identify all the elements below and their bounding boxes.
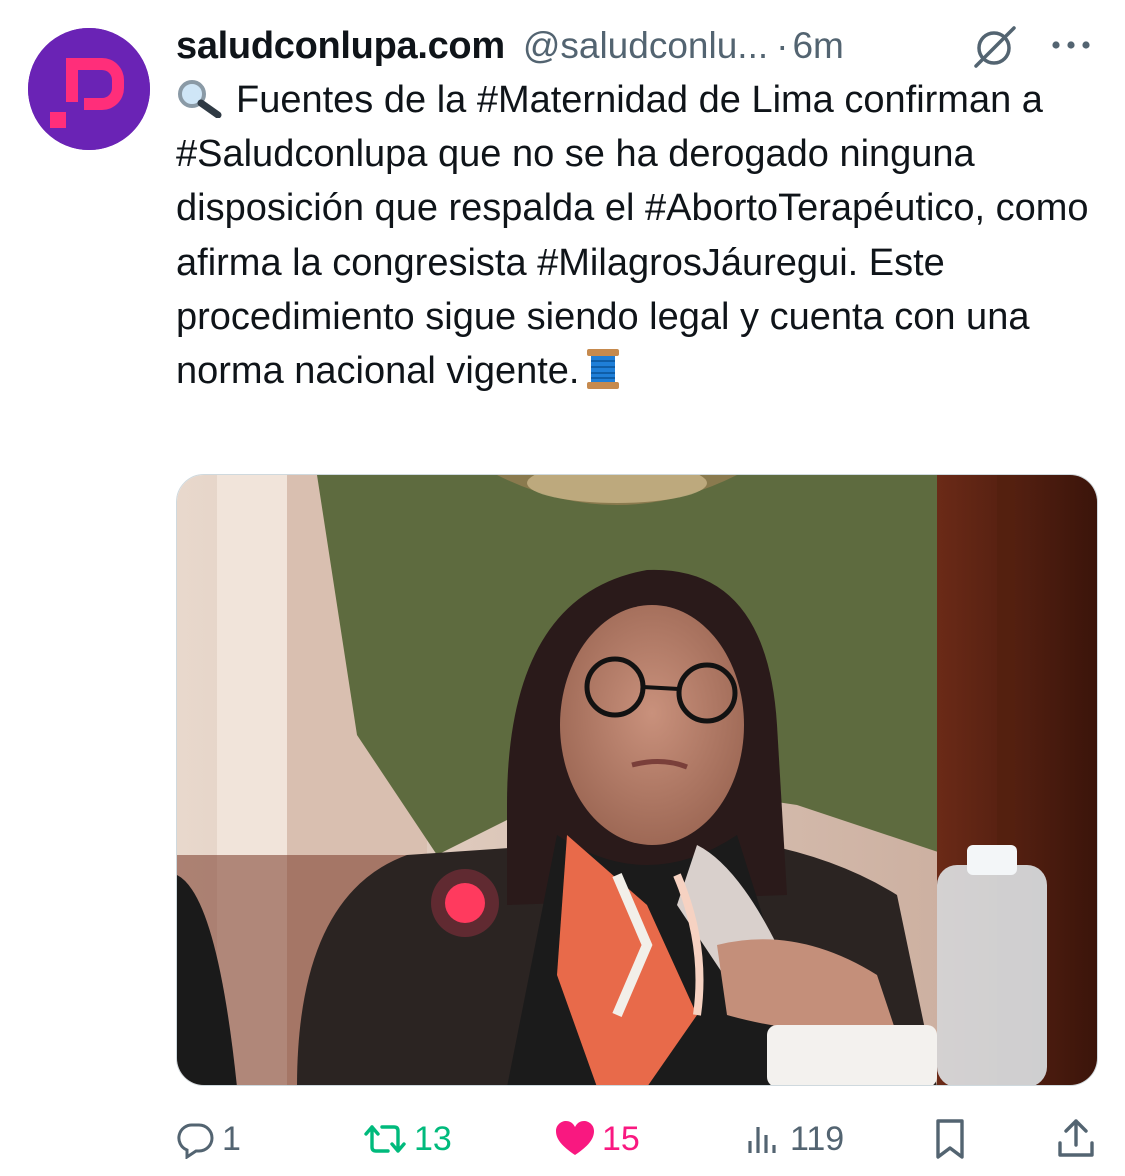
- timestamp[interactable]: 6m: [792, 25, 843, 67]
- tweet-body: Fuentes de la #Maternidad de Lima confir…: [176, 79, 1089, 393]
- action-bar: 1 13 15 119: [176, 1114, 1106, 1164]
- retweet-icon: [364, 1125, 406, 1153]
- reply-count: 1: [222, 1119, 241, 1158]
- tweet-photo[interactable]: [176, 474, 1098, 1086]
- like-count: 15: [602, 1119, 640, 1158]
- like-button[interactable]: 15: [554, 1114, 640, 1164]
- share-icon: [1058, 1119, 1094, 1157]
- grok-icon[interactable]: [972, 24, 1018, 70]
- reply-icon: [177, 1123, 214, 1159]
- bookmark-icon: [936, 1119, 964, 1159]
- more-icon[interactable]: [1048, 30, 1094, 60]
- retweet-count: 13: [414, 1119, 452, 1158]
- views-button[interactable]: 119: [744, 1114, 844, 1164]
- views-count: 119: [790, 1119, 845, 1158]
- photo-image: [177, 475, 1097, 1085]
- saludconlupa-logo-icon: [28, 28, 150, 150]
- share-button[interactable]: [1054, 1114, 1104, 1164]
- bookmark-button[interactable]: [930, 1114, 976, 1164]
- display-name[interactable]: saludconlupa.com: [176, 25, 505, 68]
- reply-button[interactable]: 1: [176, 1114, 241, 1164]
- tweet-text: Fuentes de la #Maternidad de Lima confir…: [176, 73, 1106, 398]
- retweet-button[interactable]: 13: [362, 1114, 452, 1164]
- thread-spool-emoji-icon: [587, 349, 620, 390]
- separator-dot: ·: [776, 25, 789, 66]
- views-icon: [748, 1127, 776, 1153]
- user-handle[interactable]: @saludconlu...: [523, 25, 768, 67]
- magnifying-glass-emoji-icon: [178, 80, 222, 118]
- heart-icon: [556, 1121, 594, 1155]
- avatar[interactable]: [28, 28, 150, 150]
